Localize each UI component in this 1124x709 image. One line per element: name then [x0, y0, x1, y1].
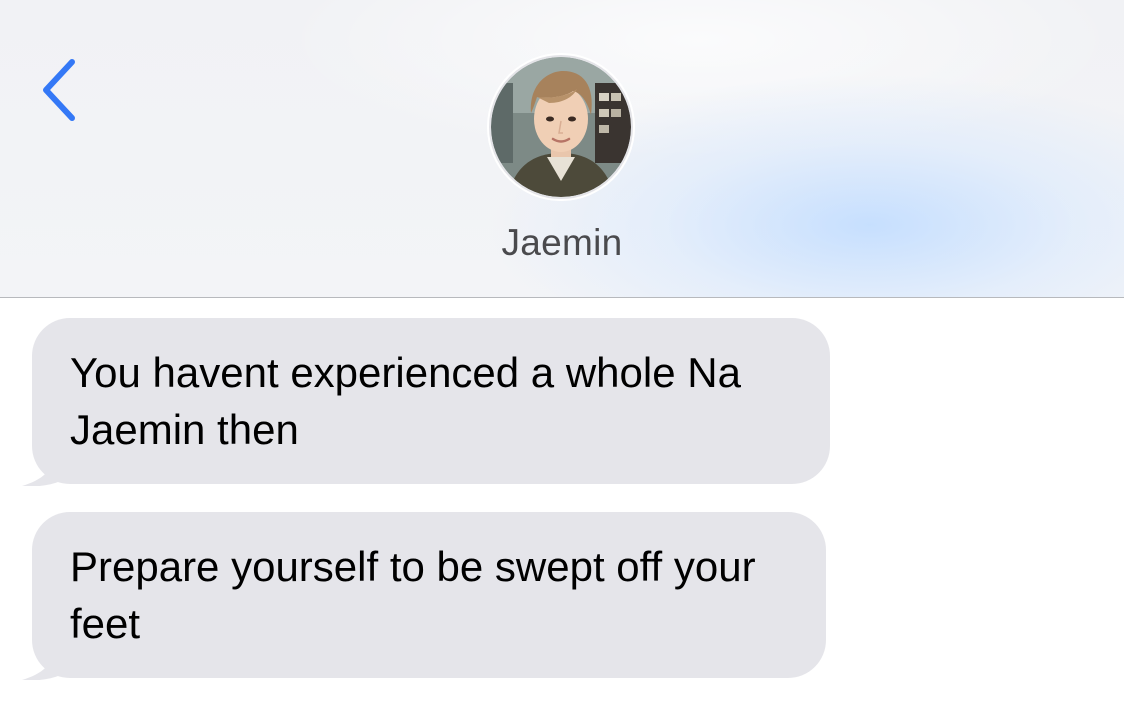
- message-row: Prepare yourself to be swept off your fe…: [20, 512, 826, 680]
- message-text: You havent experienced a whole Na Jaemin…: [70, 349, 741, 453]
- incoming-message-bubble[interactable]: You havent experienced a whole Na Jaemin…: [32, 318, 830, 484]
- contact-avatar[interactable]: [487, 53, 635, 201]
- contact-name[interactable]: Jaemin: [412, 222, 712, 264]
- incoming-message-bubble[interactable]: Prepare yourself to be swept off your fe…: [32, 512, 826, 678]
- avatar-photo: [487, 53, 635, 201]
- message-text: Prepare yourself to be swept off your fe…: [70, 543, 756, 647]
- chevron-left-icon: [43, 59, 75, 121]
- message-row: You havent experienced a whole Na Jaemin…: [20, 318, 830, 486]
- back-button[interactable]: [28, 50, 92, 130]
- conversation-header: Jaemin: [0, 0, 1124, 298]
